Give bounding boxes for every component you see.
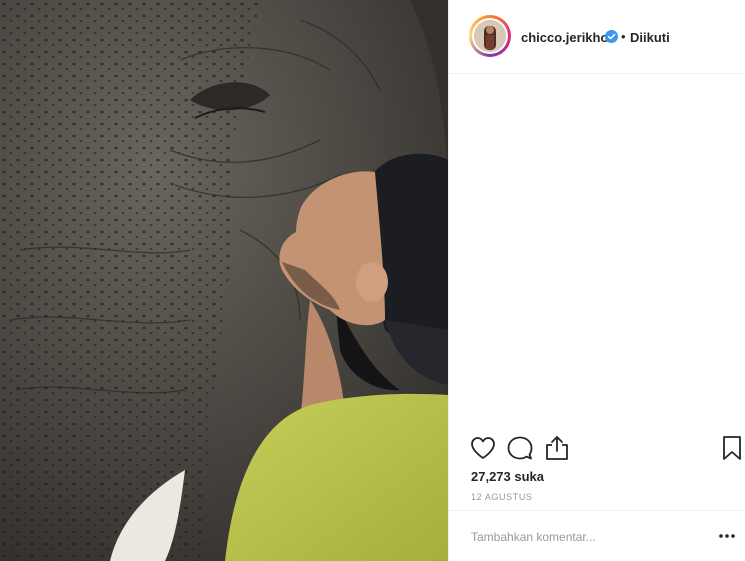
post-date: 12 AGUSTUS: [471, 492, 533, 502]
likes-count[interactable]: 27,273 suka: [471, 469, 544, 484]
post-side-panel: chicco.jerikho • Diikuti 27,273 suka 12 …: [448, 0, 745, 561]
post-photo[interactable]: [0, 0, 448, 561]
avatar-frame: [472, 18, 508, 54]
avatar[interactable]: [469, 15, 511, 57]
verified-badge-icon: [605, 30, 618, 43]
heart-icon[interactable]: [468, 433, 498, 463]
elephant-and-man-photo: [0, 0, 448, 561]
post-header: chicco.jerikho • Diikuti: [449, 0, 745, 74]
bookmark-icon[interactable]: [717, 433, 745, 463]
post-actions: [449, 433, 745, 467]
comment-input[interactable]: [471, 528, 691, 546]
more-options-icon[interactable]: [717, 529, 737, 543]
following-button[interactable]: Diikuti: [630, 30, 670, 45]
comment-bubble-icon[interactable]: [505, 433, 535, 463]
avatar-image: [474, 20, 506, 52]
follow-separator: •: [621, 29, 626, 44]
username-link[interactable]: chicco.jerikho: [521, 30, 608, 45]
share-icon[interactable]: [542, 433, 572, 463]
comment-bar: [449, 510, 745, 561]
